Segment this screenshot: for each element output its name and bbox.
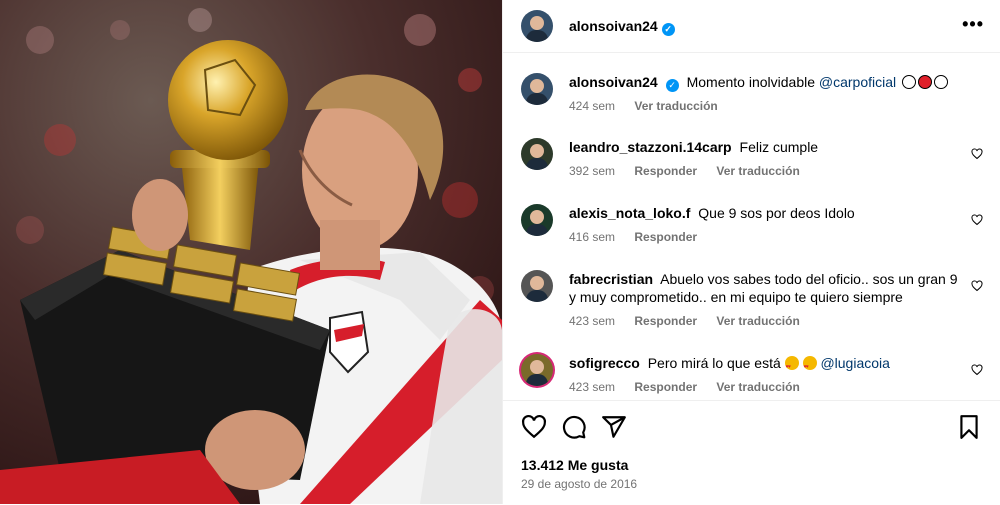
heart-icon[interactable] [971,148,983,160]
comment-text: fabrecristian Abuelo vos sabes todo del … [569,270,964,306]
timestamp: 392 sem [569,164,616,178]
reply-button[interactable]: Responder [634,164,697,178]
timestamp: 423 sem [569,380,616,394]
reply-button[interactable]: Responder [634,314,697,328]
verified-icon: ✓ [661,23,675,36]
post-actions: 13.412 Me gusta 29 de agosto de 2016 [503,400,1000,505]
post-image [0,0,502,504]
comment-body: Feliz cumple [739,139,819,155]
heart-eyes-emoji-icon [802,356,817,376]
commenter-avatar[interactable] [521,270,553,302]
circle-icon [934,75,949,89]
post-header: alonsoivan24 ✓ ••• [503,0,1000,53]
post-panel: alonsoivan24 ✓ ••• alonsoivan24 ✓ Momento … [502,0,1000,504]
commenter-avatar[interactable] [521,354,553,386]
commenter-username[interactable]: fabrecristian [569,271,653,287]
translate-button[interactable]: Ver traducción [716,314,799,328]
reply-button[interactable]: Responder [634,230,697,244]
circle-icon [902,75,917,89]
heart-eyes-emoji-icon [784,356,799,376]
comment-text: leandro_stazzoni.14carp Feliz cumple [569,138,964,156]
caption-avatar[interactable] [521,73,553,105]
heart-icon[interactable] [971,364,983,376]
translate-button[interactable]: Ver traducción [716,380,799,394]
comment-meta: 392 sem Responder Ver traducción [569,164,816,178]
commenter-username[interactable]: alexis_nota_loko.f [569,205,690,221]
share-icon[interactable] [601,414,627,440]
comment-meta: 423 sem Responder Ver traducción [569,380,816,394]
verified-icon: ✓ [665,79,679,92]
commenter-avatar[interactable] [521,204,553,236]
commenter-avatar[interactable] [521,138,553,170]
heart-icon[interactable] [971,214,983,226]
commenter-username[interactable]: leandro_stazzoni.14carp [569,139,732,155]
comment-text: sofigrecco Pero mirá lo que está @lugiac… [569,354,964,376]
caption-username[interactable]: alonsoivan24 [569,74,658,90]
reply-button[interactable]: Responder [634,380,697,394]
caption-text: alonsoivan24 ✓ Momento inolvidable @carpo… [569,73,964,92]
caption-meta: 424 sem Ver traducción [569,99,734,113]
timestamp: 416 sem [569,230,616,244]
comment-meta: 416 sem Responder [569,230,713,244]
post-date: 29 de agosto de 2016 [521,477,638,491]
like-heart-icon[interactable] [521,414,547,440]
bookmark-icon[interactable] [956,414,982,440]
comment-body: Que 9 sos por deos Idolo [698,205,855,221]
author-username[interactable]: alonsoivan24 [569,18,658,34]
mention-link[interactable]: @carpoficial [819,74,896,90]
more-icon[interactable]: ••• [962,14,984,35]
comment-text: alexis_nota_loko.f Que 9 sos por deos Id… [569,204,964,222]
translate-button[interactable]: Ver traducción [716,164,799,178]
mention-link[interactable]: @lugiacoia [820,355,889,371]
comment-icon[interactable] [561,414,587,440]
post-photo[interactable] [0,0,502,504]
red-circle-icon [918,75,933,89]
likes-count[interactable]: 13.412 Me gusta [521,457,628,473]
caption-body: Momento inolvidable [686,74,815,90]
comments-list[interactable]: alonsoivan24 ✓ Momento inolvidable @carpo… [503,53,1000,399]
author-avatar[interactable] [521,10,553,42]
timestamp: 423 sem [569,314,616,328]
translate-button[interactable]: Ver traducción [634,99,717,113]
comment-body: Pero mirá lo que está [647,355,781,371]
commenter-username[interactable]: sofigrecco [569,355,640,371]
comment-meta: 423 sem Responder Ver traducción [569,314,816,328]
timestamp: 424 sem [569,99,616,113]
author-username-line[interactable]: alonsoivan24 ✓ [569,18,675,36]
heart-icon[interactable] [971,280,983,292]
